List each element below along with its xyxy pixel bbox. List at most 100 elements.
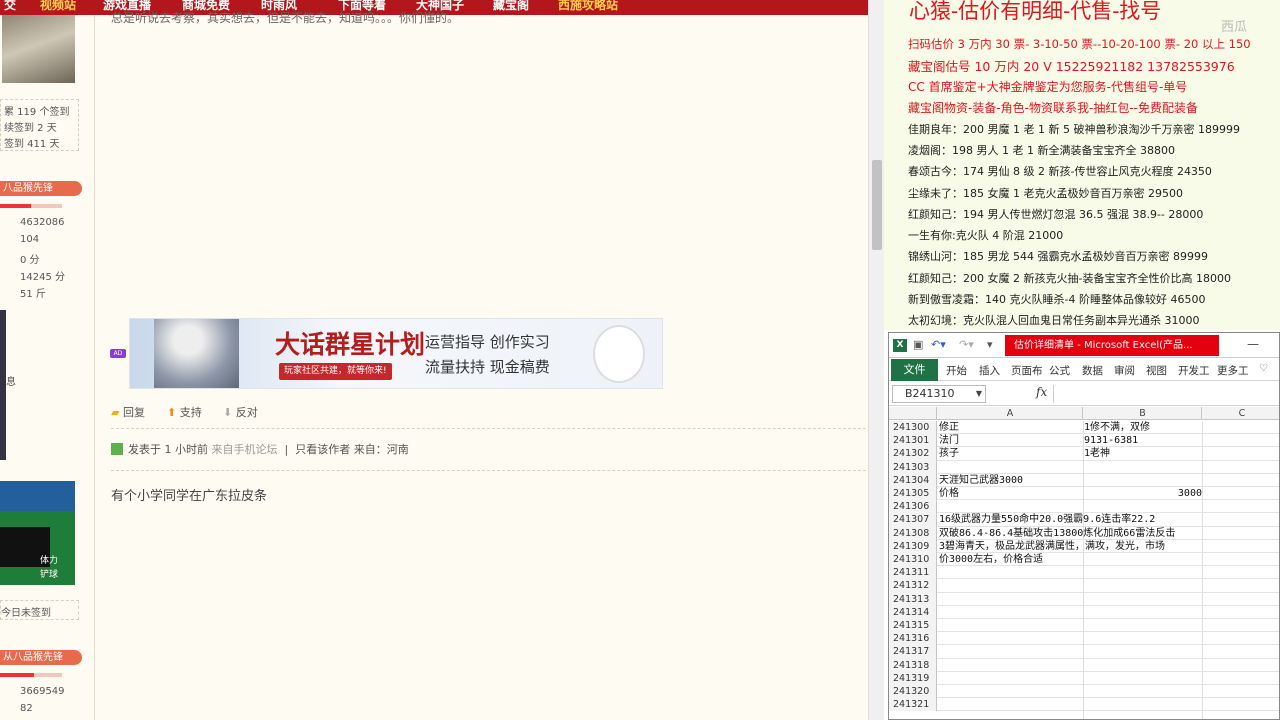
cell-b[interactable]: 3000 [1084,487,1202,500]
row-number[interactable]: 241318 [889,658,937,672]
source-link[interactable]: 来自手机论坛 [212,443,278,456]
table-row: 241313 [889,592,1279,606]
support-button[interactable]: ⬆ 支持 [167,404,202,420]
name-box[interactable]: B241310 ▼ [892,385,986,403]
author-only-link[interactable]: 只看该作者 [295,443,350,456]
row-number[interactable]: 241320 [889,685,937,699]
banner-character-image [154,319,239,388]
row-number[interactable]: 241311 [889,566,937,580]
collapse-ribbon-icon[interactable]: ♡ [1259,363,1268,374]
tab-view[interactable]: 视图 [1146,363,1167,378]
cell-b[interactable]: 1老神 [1084,447,1202,460]
thumb-text: 体力 [40,556,59,566]
row-number[interactable]: 241316 [889,632,937,646]
cell-a[interactable]: 修正 [939,421,959,434]
cell-a[interactable]: 法门 [939,434,959,447]
row-number[interactable]: 241321 [889,698,937,712]
row-number[interactable]: 241308 [889,526,937,540]
column-header[interactable]: B [1084,407,1202,420]
tab-page-layout[interactable]: 页面布 [1011,363,1043,378]
nav-item[interactable]: 交 [4,0,16,13]
overlay-listing: 锦绣山河：185 男龙 544 强霸克水孟极妙音百万亲密 89999 [908,250,1208,263]
row-number[interactable]: 241314 [889,605,937,619]
row-number[interactable]: 241309 [889,539,937,553]
cell-a[interactable]: 天涯知己武器3000 [939,474,1023,487]
cell-b[interactable]: 1修不满，双修 [1084,421,1202,434]
function-icon[interactable]: fx [1036,385,1047,399]
tab-formulas[interactable]: 公式 [1049,363,1070,378]
nav-item[interactable]: 视频站 [40,0,76,13]
chevron-down-icon[interactable]: ▼ [976,386,982,402]
nav-item[interactable]: 藏宝阁 [493,0,529,13]
cell-a[interactable]: 价3000左右，价格合适 [939,553,1043,566]
row-number[interactable]: 241319 [889,671,937,685]
nav-item[interactable]: 西施攻略站 [558,0,618,13]
redo-icon[interactable]: ↷▾ [959,338,974,351]
row-number[interactable]: 241303 [889,460,937,474]
row-number[interactable]: 241304 [889,473,937,487]
ad-badge: AD [110,349,126,358]
row-number[interactable]: 241306 [889,500,937,514]
row-number[interactable]: 241313 [889,592,937,606]
column-header[interactable]: C [1203,407,1279,420]
select-all-corner[interactable] [889,407,937,420]
cell-a[interactable]: 价格 [939,487,959,500]
today-sign[interactable]: 今日未签到 [1,604,51,619]
formula-input[interactable] [1053,385,1279,403]
game-thumbnail[interactable]: 体力 铲球 [0,481,75,585]
cell-a[interactable]: 孩子 [939,447,959,460]
user-avatar[interactable] [2,15,75,83]
thumb-text: 铲球 [40,570,59,580]
mascot-image [593,325,645,383]
row-number[interactable]: 241307 [889,513,937,527]
scroll-thumb[interactable] [872,160,882,250]
user-sidebar: 累 119 个签到 续签到 2 天 签到 411 天 八品猴先锋 4632086… [0,15,95,720]
tab-file[interactable]: 文件 [891,359,938,381]
row-number[interactable]: 241305 [889,487,937,501]
sheet-grid[interactable]: 241300 修正 1修不满，双修 241301 法门 9131-6381 241302 孩子… [889,421,1279,719]
row-number[interactable]: 241301 [889,434,937,448]
promo-banner[interactable]: 大话群星计划 玩家社区共建，就等你来! 运营指导 创作实习 流量扶持 现金稿费 [129,318,663,389]
stat-value: 51 斤 [20,289,46,300]
ribbon-tabs: 文件 开始 插入 页面布 公式 数据 审阅 视图 开发工 更多工 ♡ [889,359,1279,381]
quick-access-menu-icon[interactable]: ▾ [987,338,993,351]
divider [111,470,866,471]
table-row: 241319 [889,671,1279,685]
banner-line: 运营指导 创作实习 [425,333,550,351]
tab-home[interactable]: 开始 [946,363,967,378]
tab-data[interactable]: 数据 [1082,363,1103,378]
save-icon[interactable]: ▣ [913,338,923,351]
reply-button[interactable]: ▰ 回复 [111,404,145,420]
row-number[interactable]: 241310 [889,553,937,567]
minimize-icon[interactable]: — [1247,337,1259,351]
cell-a[interactable]: 3碧海青天，极品龙武器满属性，满攻，发光，市场 [939,540,1165,553]
side-note: 息 [6,377,16,388]
tab-review[interactable]: 审阅 [1114,363,1135,378]
cell-a[interactable]: 16级武器力量550命中20.0强霸9.6连击率22.2 [939,513,1155,526]
column-header[interactable]: A [938,407,1083,420]
sign-total: 签到 411 天 [4,139,60,150]
page-scrollbar[interactable] [868,0,884,720]
cell-a[interactable]: 双破86.4-86.4基础攻击13800炼化加成66雷法反击 [939,527,1175,540]
table-row: 241308 双破86.4-86.4基础攻击13800炼化加成66雷法反击 [889,526,1279,540]
sign-count: 累 119 个签到 [4,107,70,118]
tab-more-tools[interactable]: 更多工 [1217,363,1249,378]
undo-icon[interactable]: ↶▾ [931,338,946,351]
table-row: 241318 [889,658,1279,672]
row-number[interactable]: 241302 [889,447,937,461]
table-row: 241320 [889,685,1279,699]
tab-insert[interactable]: 插入 [979,363,1000,378]
post-content: 总是听说去考察，其实想去，但是不能去，知道吗。。。你们懂的。 AD 大话群星计划… [95,11,868,720]
oppose-button[interactable]: ⬇ 反对 [223,404,258,420]
row-number[interactable]: 241317 [889,645,937,659]
formula-bar: B241310 ▼ fx [889,382,1279,406]
overlay-red-line: 藏宝阁物资-装备-角色-物资联系我-抽红包--免费配装备 [908,101,1198,115]
row-number[interactable]: 241315 [889,619,937,633]
table-row: 241301 法门 9131-6381 [889,434,1279,448]
row-number[interactable]: 241300 [889,421,937,435]
tab-developer[interactable]: 开发工 [1178,363,1210,378]
row-number[interactable]: 241312 [889,579,937,593]
window-title: 估价详细清单 - Microsoft Excel(产品... [1005,335,1219,356]
cell-b[interactable]: 9131-6381 [1084,434,1202,447]
table-row: 241306 [889,500,1279,514]
